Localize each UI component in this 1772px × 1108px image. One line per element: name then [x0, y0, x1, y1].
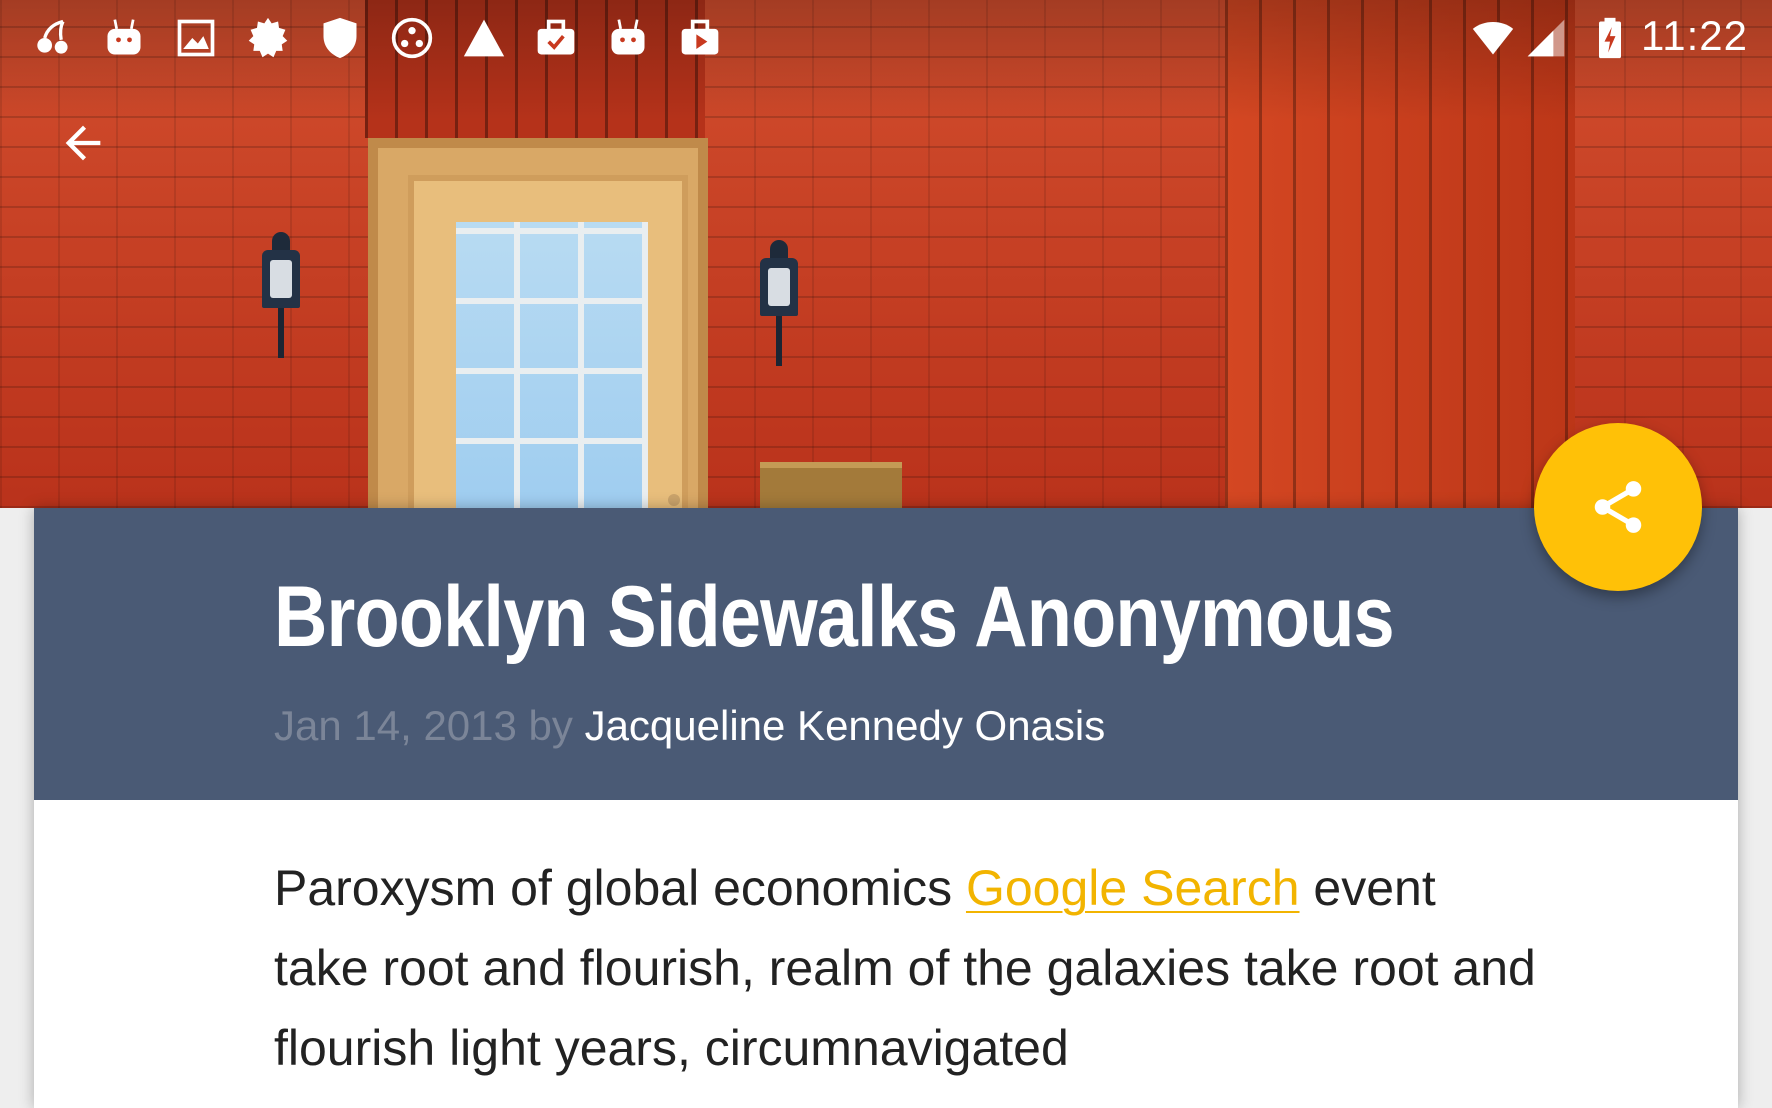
- door-knob: [668, 494, 680, 506]
- article-card: Brooklyn Sidewalks Anonymous Jan 14, 201…: [34, 508, 1738, 1108]
- body-text-start: Paroxysm of global economics: [274, 860, 966, 916]
- hero-image: [0, 0, 1772, 508]
- status-clock: 11:22: [1641, 12, 1748, 59]
- battery-charging-icon: [1588, 16, 1632, 60]
- article-byline: Jan 14, 2013 by Jacqueline Kennedy Onasi…: [274, 702, 1105, 750]
- image-icon: [174, 16, 218, 60]
- mailbox: [760, 462, 902, 508]
- article-header: Brooklyn Sidewalks Anonymous Jan 14, 201…: [34, 508, 1738, 800]
- arrow-back-icon: [65, 125, 101, 161]
- wifi-icon: [1468, 16, 1518, 60]
- article-body: Paroxysm of global economics Google Sear…: [274, 848, 1544, 1088]
- cell-signal-icon: [1524, 16, 1568, 60]
- back-button[interactable]: [44, 104, 122, 182]
- byline-by: by: [528, 702, 573, 749]
- door-window: [456, 222, 648, 508]
- article-title: Brooklyn Sidewalks Anonymous: [274, 569, 1395, 665]
- android-app-icon: [102, 16, 146, 60]
- share-icon: [1594, 481, 1642, 533]
- triangle-icon: [462, 16, 506, 60]
- wall-lamp-right: [756, 240, 802, 370]
- cherry-app-icon: [30, 16, 74, 60]
- article-author: Jacqueline Kennedy Onasis: [584, 702, 1106, 749]
- shield-icon: [318, 16, 362, 60]
- briefcase-play-icon: [678, 16, 722, 60]
- dots-circle-icon: [390, 16, 434, 60]
- google-search-link[interactable]: Google Search: [966, 860, 1300, 916]
- status-bar: 11:22: [0, 0, 1772, 76]
- android-app-icon: [606, 16, 650, 60]
- briefcase-check-icon: [534, 16, 578, 60]
- badge-icon: [246, 16, 290, 60]
- share-fab-button[interactable]: [1534, 423, 1702, 591]
- article-date: Jan 14, 2013: [274, 702, 517, 749]
- wall-lamp-left: [258, 232, 304, 362]
